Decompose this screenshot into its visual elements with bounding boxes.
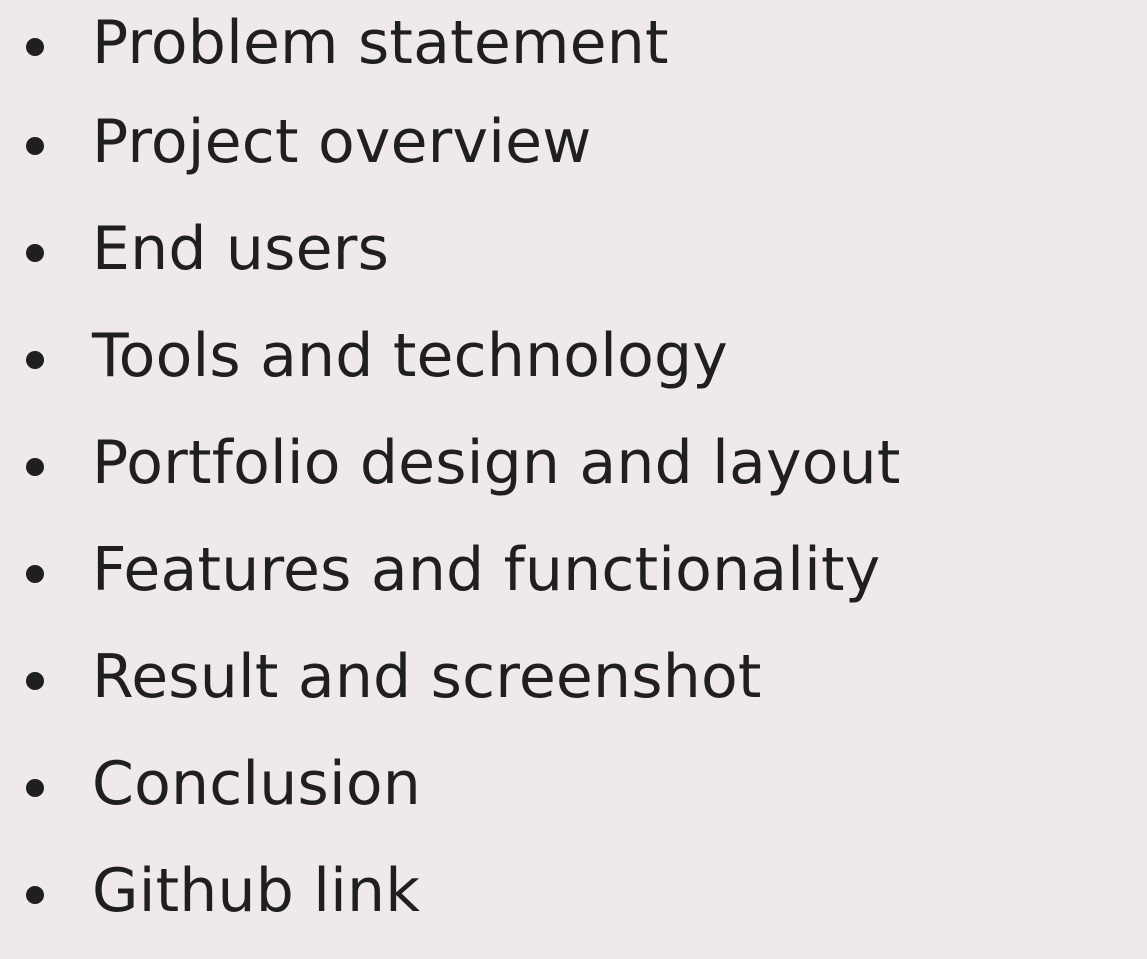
agenda-item-label: Github link — [92, 855, 421, 926]
agenda-item-label: Problem statement — [92, 8, 669, 78]
agenda-item-tools-and-technology: Tools and technology — [26, 304, 1141, 411]
bullet-icon — [26, 564, 44, 583]
bullet-icon — [26, 136, 44, 155]
agenda-item-features: Features and functionality — [26, 518, 1141, 625]
agenda-item-label: Result and screenshot — [92, 641, 762, 712]
agenda-item-end-users: End users — [26, 197, 1141, 304]
agenda-item-label: Portfolio design and layout — [92, 427, 901, 498]
agenda-slide: Problem statement Project overview End u… — [0, 0, 1147, 959]
agenda-item-github-link: Github link — [26, 839, 1141, 946]
agenda-item-result: Result and screenshot — [26, 625, 1141, 732]
bullet-icon — [26, 778, 44, 797]
agenda-item-portfolio-design: Portfolio design and layout — [26, 411, 1141, 518]
bullet-icon — [26, 38, 44, 56]
agenda-item-problem-statement: Problem statement — [26, 0, 1141, 90]
agenda-item-label: End users — [92, 213, 390, 284]
bullet-icon — [26, 243, 44, 262]
agenda-item-conclusion: Conclusion — [26, 732, 1141, 839]
bullet-icon — [26, 350, 44, 369]
agenda-item-label: Tools and technology — [92, 320, 728, 391]
agenda-item-project-overview: Project overview — [26, 90, 1141, 197]
agenda-list: Problem statement Project overview End u… — [26, 0, 1141, 946]
bullet-icon — [26, 885, 44, 904]
bullet-icon — [26, 671, 44, 690]
agenda-item-label: Project overview — [92, 106, 592, 177]
agenda-item-label: Conclusion — [92, 748, 421, 819]
agenda-item-label: Features and functionality — [92, 534, 881, 605]
bullet-icon — [26, 457, 44, 476]
